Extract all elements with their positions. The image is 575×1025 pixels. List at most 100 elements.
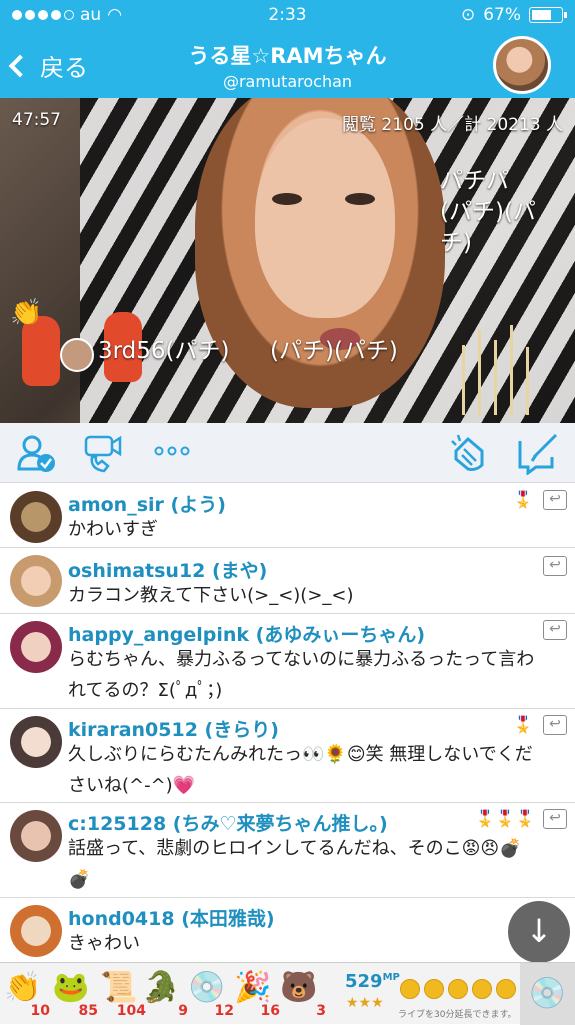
clap-icon: 👏 — [10, 298, 43, 328]
coin-icon — [496, 979, 516, 999]
video-call-icon — [84, 435, 122, 473]
lock-rotation-icon: ⊙ — [460, 5, 476, 25]
reply-button[interactable]: ↩ — [543, 490, 567, 510]
user-check-icon — [17, 435, 55, 472]
list-item[interactable]: amon_sir (よう) かわいすぎ 🎖️ ↩ — [0, 484, 575, 548]
avatar[interactable] — [10, 905, 62, 957]
stamp-count: 9 — [178, 1003, 188, 1019]
mp-number: 529 — [345, 971, 383, 992]
list-item[interactable]: oshimatsu12 (まや) カラコン教えて下さい(>_<)(>_<) ↩ — [0, 548, 575, 614]
medal-badge: 🎖️🎖️🎖️ — [475, 809, 535, 828]
comment-user[interactable]: c:125128 (ちみ♡来夢ちゃん推し。) — [68, 809, 388, 836]
commenter-avatar — [60, 338, 94, 372]
stamp-frog-green[interactable]: 🐊 9 — [142, 969, 190, 1019]
eye — [345, 193, 375, 205]
frog-green-icon: 🐊 — [142, 970, 180, 1005]
broadcaster-name: うる星☆RAMちゃん — [188, 44, 387, 68]
battery-percent: 67% — [483, 5, 521, 25]
party-icon: 🎉 — [234, 970, 272, 1005]
stamp-clap[interactable]: 👏 10 — [4, 969, 52, 1019]
comment-text: きゃわい — [68, 933, 140, 954]
comment-text: カラコン教えて下さい(>_<)(>_<) — [68, 585, 354, 606]
avatar[interactable] — [10, 716, 62, 768]
mp-value[interactable]: 529MP — [345, 971, 400, 992]
action-toolbar — [0, 423, 575, 483]
reply-button[interactable]: ↩ — [543, 809, 567, 829]
stamp-count: 10 — [30, 1003, 50, 1019]
avatar[interactable] — [10, 555, 62, 607]
broadcaster-avatar[interactable] — [493, 36, 551, 94]
live-video[interactable]: 47:57 閲覧 2105 人／計 20213 人 パチパ (パチ)(パ チ) … — [0, 98, 575, 423]
list-item[interactable]: c:125128 (ちみ♡来夢ちゃん推し。) 話盛って、悲劇のヒロインしてるんだ… — [0, 803, 575, 898]
stamp-count: 3 — [316, 1003, 326, 1019]
scroll-down-button[interactable]: ↓ — [508, 901, 570, 963]
more-button[interactable] — [154, 443, 190, 462]
elapsed-time: 47:57 — [12, 110, 61, 130]
comment-user[interactable]: amon_sir (よう) — [68, 490, 226, 517]
comment-user[interactable]: happy_angelpink (あゆみぃーちゃん) — [68, 620, 425, 647]
decoration — [462, 345, 465, 415]
medal-badge: 🎖️ — [513, 490, 533, 509]
comment-text: かわいすぎ — [68, 519, 158, 540]
broadcaster-face — [255, 118, 395, 318]
comment-user[interactable]: kiraran0512 (きらり) — [68, 715, 279, 742]
decoration — [510, 325, 513, 415]
eye — [272, 193, 302, 205]
stamp-bear[interactable]: 🐻 3 — [280, 969, 328, 1019]
avatar[interactable] — [10, 810, 62, 862]
frog-icon: 🐸 — [52, 970, 90, 1005]
reaction-text: (パチ)(パチ) — [270, 338, 398, 364]
decoration — [494, 340, 497, 415]
mp-stars: ★★★ — [346, 995, 384, 1011]
decoration — [526, 347, 529, 415]
coin-icon — [448, 979, 468, 999]
nav-bar: 戻る うる星☆RAMちゃん @ramutarochan — [0, 30, 575, 98]
list-item[interactable]: happy_angelpink (あゆみぃーちゃん) らむちゃん、暴力ふるってな… — [0, 614, 575, 709]
stamp-frog[interactable]: 🐸 85 — [52, 969, 100, 1019]
broadcaster-handle: @ramutarochan — [222, 72, 353, 91]
coin-icon — [472, 979, 492, 999]
stamp-bar: 👏 10 🐸 85 📜 104 🐊 9 💿 12 🎉 16 🐻 3 529MP ★★★ ライブ… — [0, 962, 575, 1025]
follow-user-button[interactable] — [16, 433, 58, 479]
comment-text: 話盛って、悲劇のヒロインしてるんだね、そのこ😡😠💣💣 — [68, 838, 522, 890]
stamp-count: 12 — [214, 1003, 234, 1019]
scroll-icon: 📜 — [100, 970, 138, 1005]
reply-button[interactable]: ↩ — [543, 556, 567, 576]
comment-text: 久しぶりにらむたんみれたっ👀🌻😊笑 無理しないでくださいね(^-^)💗 — [68, 744, 533, 796]
clap-icon: 👏 — [4, 970, 42, 1005]
reaction-text: パチパ (パチ)(パ チ) — [440, 168, 536, 256]
comment-user[interactable]: hond0418 (本田雅哉) — [68, 904, 275, 931]
comment-user[interactable]: oshimatsu12 (まや) — [68, 556, 267, 583]
collab-call-button[interactable] — [82, 433, 126, 479]
stamp-scroll[interactable]: 📜 104 — [100, 969, 148, 1019]
list-item[interactable]: hond0418 (本田雅哉) きゃわい — [0, 898, 575, 964]
coin-meter[interactable] — [400, 979, 516, 999]
mp-unit: MP — [382, 972, 400, 983]
medal-badge: 🎖️ — [513, 715, 533, 734]
view-count: 閲覧 2105 人／計 20213 人 — [342, 115, 563, 135]
extend-note: ライブを30分延長できます。 — [398, 1010, 517, 1020]
reply-button[interactable]: ↩ — [543, 620, 567, 640]
coin-icon — [424, 979, 444, 999]
status-bar: au ◠ 2:33 ⊙ 67% — [0, 0, 575, 30]
clap-button[interactable] — [448, 431, 492, 479]
stamp-party[interactable]: 🎉 16 — [234, 969, 282, 1019]
disc-icon: 💿 — [188, 970, 226, 1005]
reply-button[interactable]: ↩ — [543, 715, 567, 735]
avatar[interactable] — [10, 621, 62, 673]
stamp-count: 85 — [78, 1003, 98, 1019]
stamp-disc[interactable]: 💿 12 — [188, 969, 236, 1019]
list-item[interactable]: kiraran0512 (きらり) 久しぶりにらむたんみれたっ👀🌻😊笑 無理しな… — [0, 709, 575, 803]
stamp-count: 16 — [260, 1003, 280, 1019]
avatar[interactable] — [10, 491, 62, 543]
reaction-text: 3rd56(パチ) — [98, 338, 230, 364]
clap-hands-icon — [451, 434, 484, 471]
bear-icon: 🐻 — [280, 970, 318, 1005]
arrow-down-icon: ↓ — [525, 912, 553, 950]
coin-icon — [400, 979, 420, 999]
comment-text: らむちゃん、暴力ふるってないのに暴力ふるったって言われてるの？Σ(ﾟдﾟ；) — [68, 649, 535, 701]
decoration — [478, 330, 481, 415]
disc-icon: 💿 — [528, 976, 567, 1011]
stamp-more-button[interactable]: 💿 — [520, 963, 575, 1025]
compose-comment-button[interactable] — [516, 431, 560, 479]
